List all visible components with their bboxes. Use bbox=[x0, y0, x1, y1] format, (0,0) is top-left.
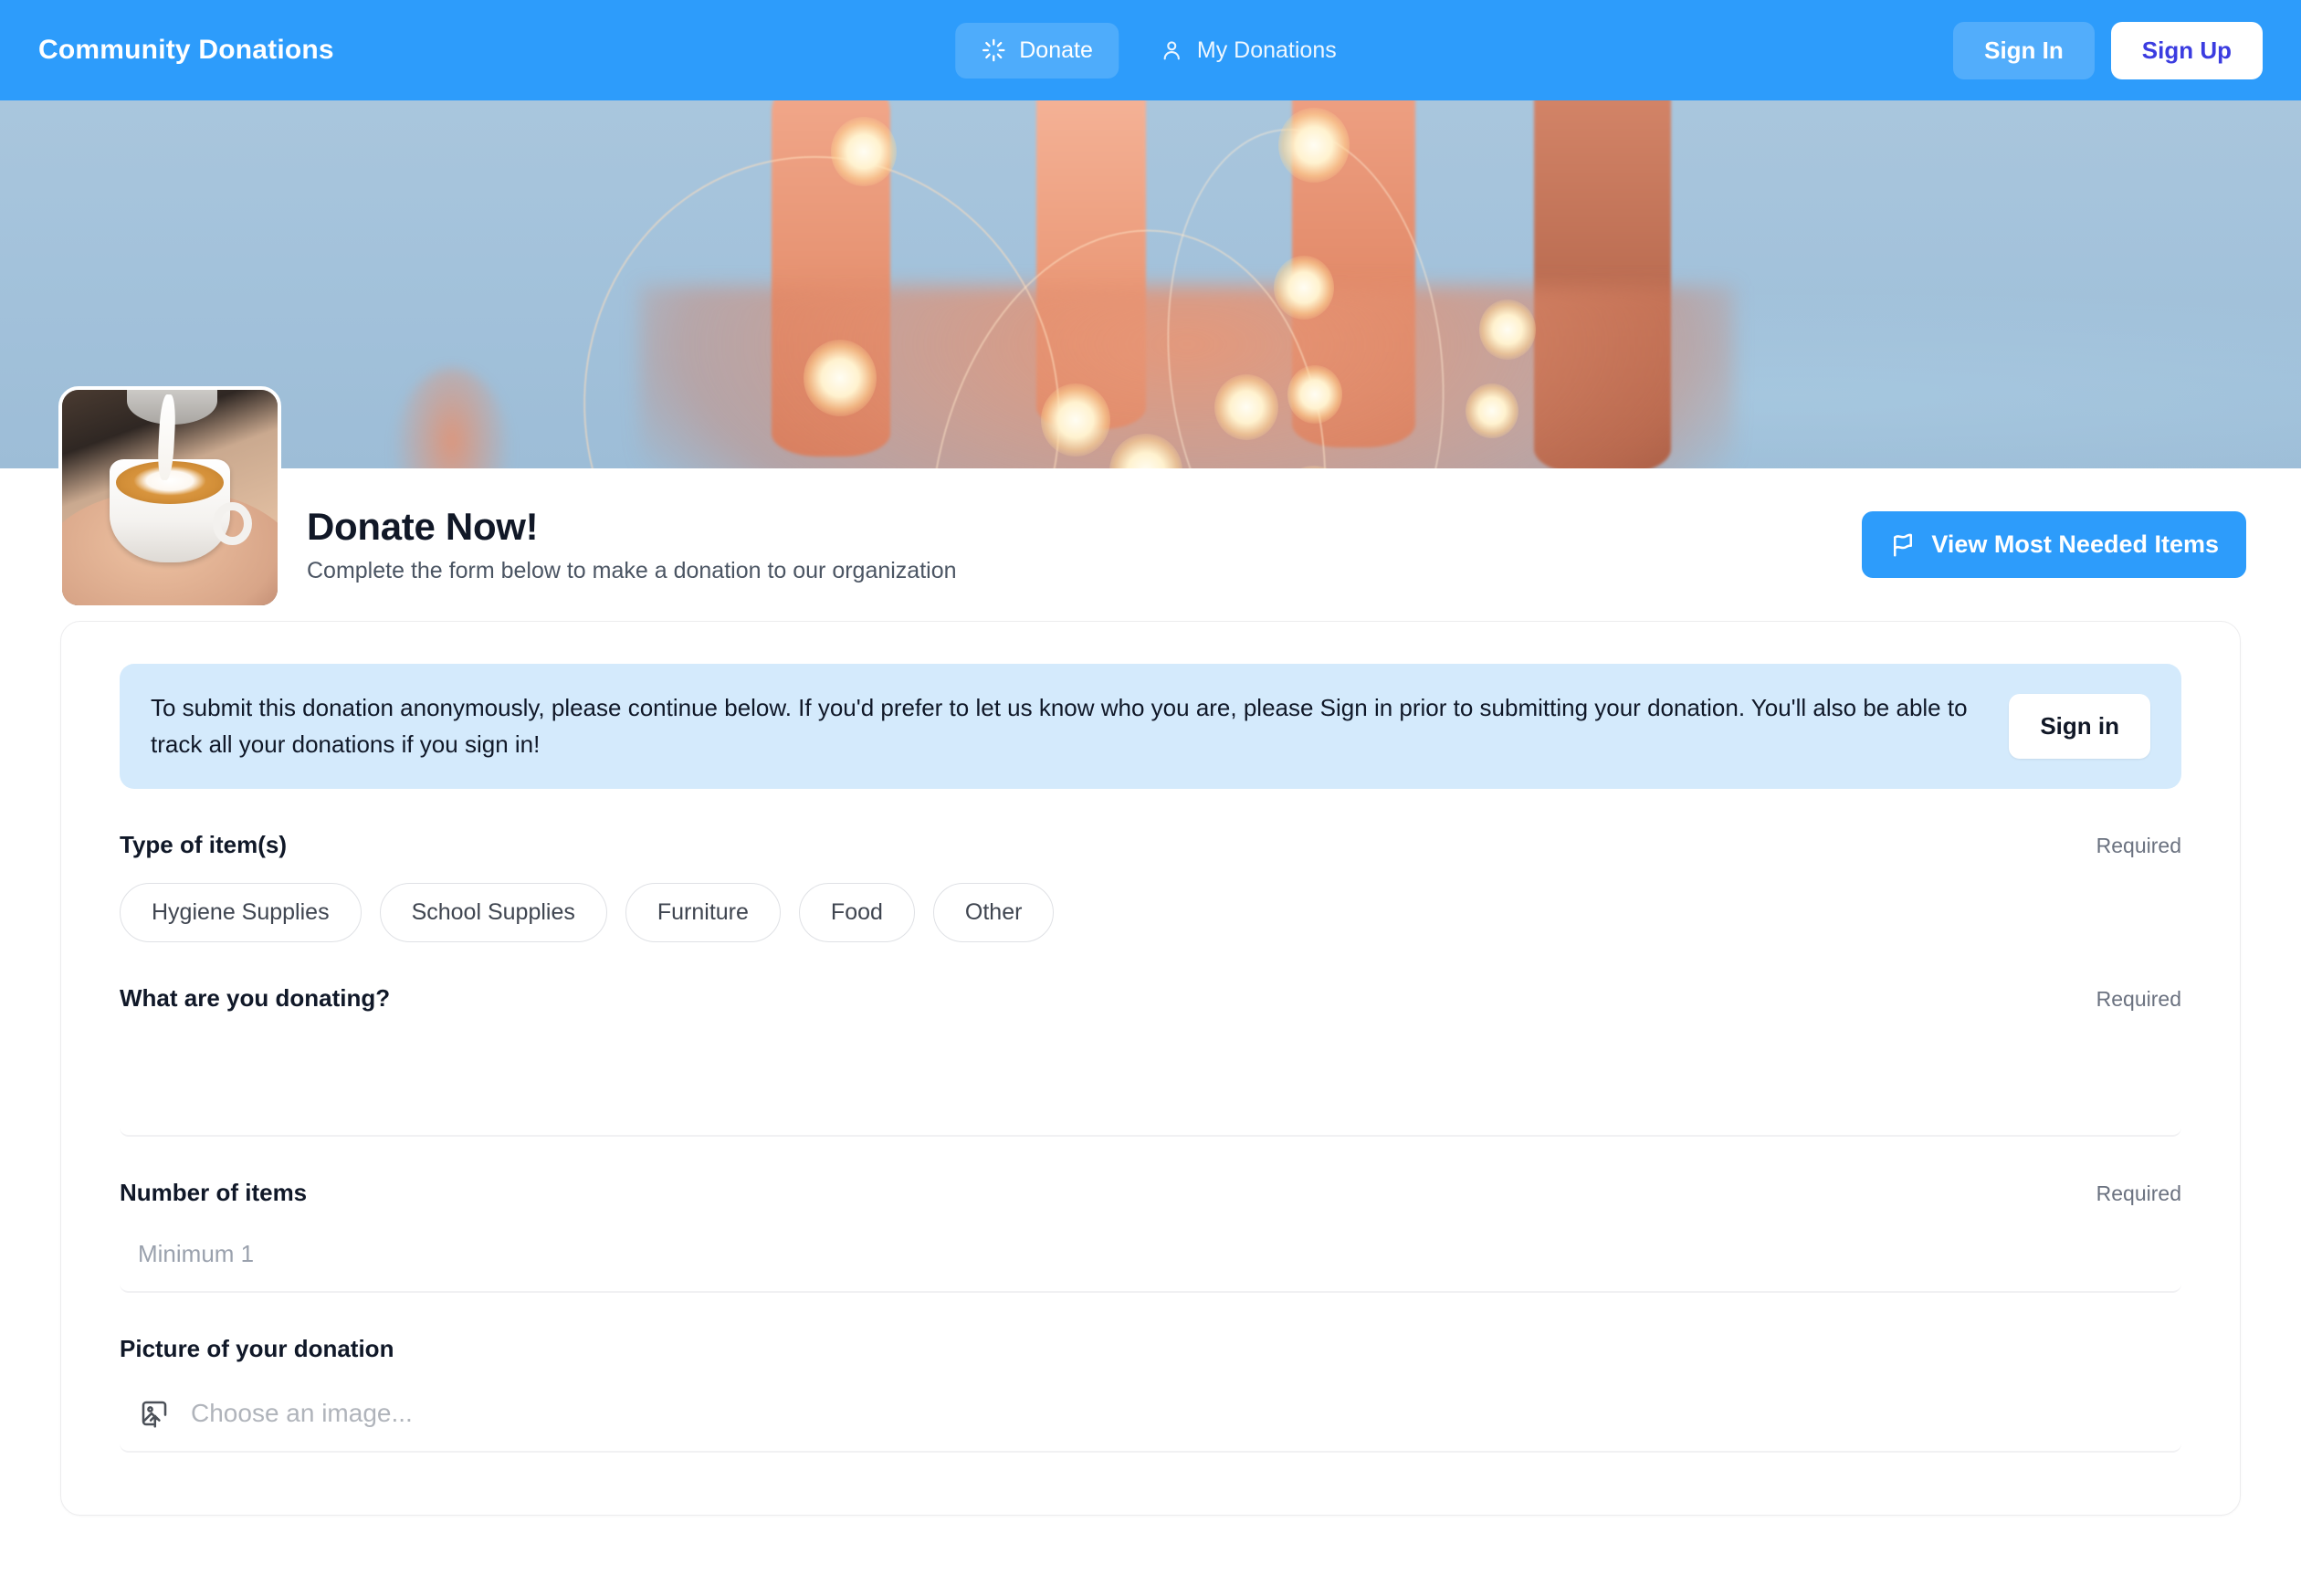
picture-file-placeholder: Choose an image... bbox=[191, 1398, 413, 1427]
view-most-needed-items-label: View Most Needed Items bbox=[1931, 530, 2219, 558]
nav-tab-my-donations-label: My Donations bbox=[1196, 37, 1337, 63]
field-picture-of-donation: Picture of your donation Choose an image… bbox=[120, 1335, 2181, 1453]
field-number-of-items: Number of items Required Minimum 1 bbox=[120, 1179, 2181, 1293]
flag-icon bbox=[1889, 531, 1917, 559]
page-header-row: Donate Now! Complete the form below to m… bbox=[0, 386, 2301, 621]
field-what-donating: What are you donating? Required bbox=[120, 984, 2181, 1137]
field-type-of-items-header: Type of item(s) Required bbox=[120, 831, 2181, 859]
field-picture-label: Picture of your donation bbox=[120, 1334, 394, 1362]
organization-avatar bbox=[58, 386, 281, 609]
nav-tab-donate[interactable]: Donate bbox=[955, 22, 1119, 79]
chip-food[interactable]: Food bbox=[798, 882, 915, 942]
nav-auth-group: Sign In Sign Up bbox=[1953, 21, 2263, 79]
chip-furniture[interactable]: Furniture bbox=[625, 882, 781, 942]
hero-banner-image bbox=[0, 100, 2301, 468]
person-icon bbox=[1159, 37, 1184, 63]
image-upload-icon bbox=[138, 1397, 171, 1430]
nav-center-group: Donate My Donations bbox=[955, 22, 1346, 79]
sign-in-button[interactable]: Sign In bbox=[1953, 21, 2095, 79]
anonymous-donation-banner-text: To submit this donation anonymously, ple… bbox=[151, 694, 1968, 759]
field-type-of-items: Type of item(s) Required Hygiene Supplie… bbox=[120, 831, 2181, 942]
nav-tab-my-donations[interactable]: My Donations bbox=[1150, 23, 1346, 79]
field-picture-header: Picture of your donation bbox=[120, 1335, 2181, 1363]
picture-file-picker[interactable]: Choose an image... bbox=[120, 1376, 2181, 1453]
chip-school-supplies[interactable]: School Supplies bbox=[379, 882, 607, 942]
field-number-of-items-required: Required bbox=[2096, 1181, 2181, 1205]
sign-up-button[interactable]: Sign Up bbox=[2110, 21, 2263, 79]
avatar-image bbox=[62, 390, 278, 605]
sparkle-spinner-icon bbox=[981, 37, 1006, 63]
field-what-donating-label: What are you donating? bbox=[120, 983, 391, 1012]
page-title-block: Donate Now! Complete the form below to m… bbox=[307, 505, 957, 584]
field-type-of-items-required: Required bbox=[2096, 833, 2181, 857]
field-number-of-items-header: Number of items Required bbox=[120, 1179, 2181, 1207]
field-type-of-items-label: Type of item(s) bbox=[120, 830, 287, 858]
chip-hygiene-supplies[interactable]: Hygiene Supplies bbox=[120, 882, 362, 942]
chip-other[interactable]: Other bbox=[932, 882, 1055, 942]
top-navigation-bar: Community Donations Donate My Donations … bbox=[0, 0, 2301, 100]
page-subtitle: Complete the form below to make a donati… bbox=[307, 558, 957, 583]
donation-form-card: To submit this donation anonymously, ple… bbox=[60, 621, 2241, 1516]
view-most-needed-items-button[interactable]: View Most Needed Items bbox=[1862, 511, 2246, 578]
field-what-donating-required: Required bbox=[2096, 986, 2181, 1011]
banner-sign-in-button[interactable]: Sign in bbox=[2009, 693, 2150, 759]
app-brand-title: Community Donations bbox=[38, 35, 334, 65]
type-of-items-chip-group: Hygiene Supplies School Supplies Furnitu… bbox=[120, 882, 2181, 942]
hero-photo bbox=[0, 100, 2301, 468]
nav-tab-donate-label: Donate bbox=[1019, 37, 1093, 63]
number-of-items-input[interactable]: Minimum 1 bbox=[120, 1218, 2181, 1293]
what-donating-textarea[interactable] bbox=[120, 1029, 2181, 1137]
field-number-of-items-label: Number of items bbox=[120, 1178, 308, 1206]
page-title: Donate Now! bbox=[307, 505, 539, 548]
anonymous-donation-banner: To submit this donation anonymously, ple… bbox=[120, 664, 2181, 789]
field-what-donating-header: What are you donating? Required bbox=[120, 984, 2181, 1013]
